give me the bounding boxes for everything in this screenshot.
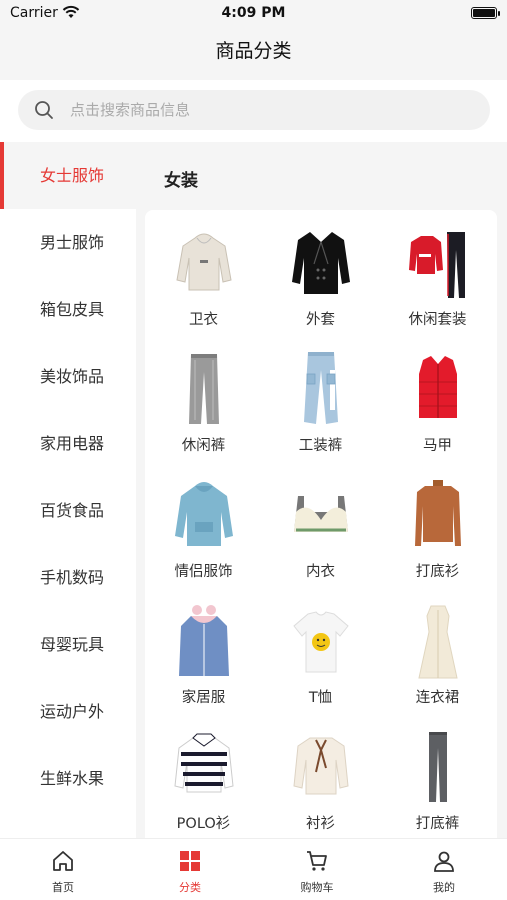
product-item-underwear[interactable]: 内衣 [262,462,379,588]
leggings-icon [429,732,447,802]
bra-icon [294,496,348,532]
status-bar: Carrier 4:09 PM [0,0,507,28]
product-item-coat[interactable]: 外套 [262,210,379,336]
user-icon [434,851,454,872]
search-input[interactable] [70,90,470,130]
sidebar-item-label: 生鲜水果 [40,769,105,788]
product-item-base-shirt[interactable]: 打底衫 [379,462,496,588]
search-bar [0,80,507,142]
product-item-cargo-pants[interactable]: 工装裤 [262,336,379,462]
sidebar-item-label: 女士服饰 [40,166,105,185]
category-title: 女装 [164,171,198,191]
tab-cart[interactable]: 购物车 [254,839,380,900]
category-sidebar: 女士服饰 男士服饰 箱包皮具 美妆饰品 家用电器 百货食品 手机数码 母婴玩具 … [0,142,136,838]
page-title: 商品分类 [215,40,292,62]
product-item-polo[interactable]: POLO衫 [145,714,262,838]
product-label: 外套 [306,312,335,328]
product-label: 卫衣 [189,312,218,328]
product-label: 打底衫 [415,564,460,580]
tshirt-icon [293,611,349,673]
product-item-casual-pants[interactable]: 休闲裤 [145,336,262,462]
product-item-tshirt[interactable]: T恤 [262,588,379,714]
product-item-homewear[interactable]: 家居服 [145,588,262,714]
product-label: 工装裤 [298,438,343,454]
product-label: 连衣裙 [415,690,460,706]
sidebar-item-baby-toys[interactable]: 母婴玩具 [0,611,136,678]
cart-icon [307,851,327,871]
sidebar-item-label: 母婴玩具 [40,635,105,654]
blouse-icon [293,737,349,795]
sidebar-item-label: 运动户外 [40,702,105,721]
category-icon [180,851,200,871]
product-label: T恤 [308,690,333,706]
tab-profile[interactable]: 我的 [381,839,507,900]
sidebar-item-grocery[interactable]: 百货食品 [0,477,136,544]
product-grid: 卫衣 外套 休闲套装 休闲裤 工装裤 马甲 情侣服饰 内衣 打底衫 家居服 T恤… [145,210,497,838]
product-label: 休闲套装 [408,312,467,328]
product-item-dress[interactable]: 连衣裙 [379,588,496,714]
product-label: 衬衫 [306,816,335,832]
search-box[interactable] [18,90,490,130]
casual-pants-icon [189,354,219,424]
casual-set-icon [409,232,465,298]
sidebar-item-label: 家用电器 [40,434,105,453]
product-item-vest[interactable]: 马甲 [379,336,496,462]
tab-home[interactable]: 首页 [0,839,126,900]
product-item-hoodie[interactable]: 卫衣 [145,210,262,336]
bottom-tab-bar: 首页 分类 购物车 我的 [0,838,507,900]
search-icon [35,101,53,119]
sidebar-item-label: 百货食品 [40,501,105,520]
polo-icon [174,733,234,793]
sidebar-item-label: 美妆饰品 [40,367,105,386]
product-label: 马甲 [423,438,452,454]
sidebar-item-label: 男士服饰 [40,233,105,252]
cargo-pants-icon [304,352,338,424]
hoodie-icon [176,233,232,291]
sidebar-item-label: 手机数码 [40,568,105,587]
tab-label: 我的 [433,881,455,894]
product-item-casual-set[interactable]: 休闲套装 [379,210,496,336]
tab-category[interactable]: 分类 [127,839,253,900]
status-time: 4:09 PM [221,5,286,21]
product-item-couple-wear[interactable]: 情侣服饰 [145,462,262,588]
tab-label: 首页 [52,881,74,894]
vest-icon [419,356,457,418]
home-icon [53,851,73,871]
couple-hoodie-icon [175,482,233,546]
sidebar-item-outdoor[interactable]: 运动户外 [0,678,136,745]
base-shirt-icon [415,480,461,546]
sidebar-item-beauty[interactable]: 美妆饰品 [0,343,136,410]
tab-label: 购物车 [300,881,334,894]
product-label: 休闲裤 [181,438,226,454]
product-label: 打底裤 [415,816,460,832]
homewear-icon [179,605,229,676]
dress-icon [418,605,458,679]
product-label: 内衣 [306,564,335,580]
product-item-blouse[interactable]: 衬衫 [262,714,379,838]
sidebar-item-fresh-fruit[interactable]: 生鲜水果 [0,745,136,812]
battery-icon [471,7,500,19]
sidebar-item-men[interactable]: 男士服饰 [0,209,136,276]
product-label: POLO衫 [176,816,231,832]
tab-label: 分类 [179,881,201,894]
sidebar-item-appliances[interactable]: 家用电器 [0,410,136,477]
sidebar-item-label: 箱包皮具 [40,300,105,319]
product-item-leggings[interactable]: 打底裤 [379,714,496,838]
sidebar-item-bags[interactable]: 箱包皮具 [0,276,136,343]
coat-icon [292,232,350,294]
sidebar-item-digital[interactable]: 手机数码 [0,544,136,611]
product-label: 情侣服饰 [174,564,233,580]
sidebar-item-women[interactable]: 女士服饰 [0,142,136,209]
product-label: 家居服 [181,690,226,706]
